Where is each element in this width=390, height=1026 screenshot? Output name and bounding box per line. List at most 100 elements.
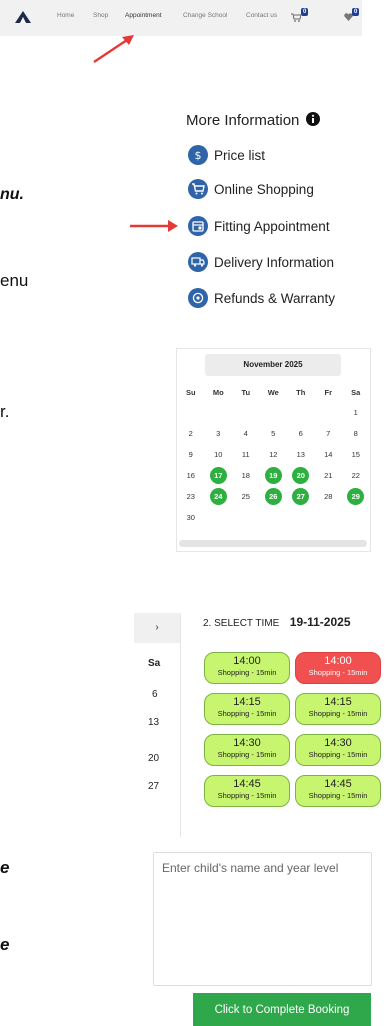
calendar-month-header: November 2025: [205, 354, 341, 376]
calendar-date-label: 19: [264, 467, 282, 484]
time-slot[interactable]: 14:15 Shopping - 15min: [204, 693, 290, 725]
calendar-date-label: 29: [347, 488, 365, 505]
calendar-date[interactable]: 28: [315, 486, 343, 507]
time-slot[interactable]: 14:30 Shopping - 15min: [204, 734, 290, 766]
calendar-empty-cell: [205, 402, 233, 423]
clipped-text-fragment: e: [0, 935, 10, 954]
calendar-date[interactable]: 6: [287, 423, 315, 444]
time-slot-time: 14:45: [233, 778, 261, 790]
info-link-delivery-information[interactable]: Delivery Information: [188, 250, 334, 274]
calendar-date-label: 20: [292, 467, 310, 484]
calendar-date-label: 24: [209, 488, 227, 505]
time-slot-time: 14:45: [324, 778, 352, 790]
nav-appointment[interactable]: Appointment: [125, 12, 162, 19]
calendar-date[interactable]: 4: [232, 423, 260, 444]
cart-icon: [188, 179, 208, 199]
top-navbar: Home Shop Appointment Change School Cont…: [0, 0, 362, 36]
calendar-date[interactable]: 25: [232, 486, 260, 507]
time-slot[interactable]: 14:30 Shopping - 15min: [295, 734, 381, 766]
logo-icon[interactable]: [14, 10, 32, 24]
calendar-date[interactable]: 27: [287, 486, 315, 507]
nav-change-school[interactable]: Change School: [183, 12, 227, 19]
info-link-price-list[interactable]: $ Price list: [188, 143, 265, 167]
calendar-date-label: 26: [264, 488, 282, 505]
calendar-date[interactable]: 7: [315, 423, 343, 444]
calendar-date[interactable]: 13: [287, 444, 315, 465]
calendar-date[interactable]: 9: [177, 444, 205, 465]
cart-icon[interactable]: [291, 13, 301, 22]
calendar-date[interactable]: 6: [152, 689, 158, 700]
time-slot-label: Shopping - 15min: [308, 709, 368, 718]
time-slot-label: Shopping - 15min: [308, 668, 368, 677]
calendar-empty-cell: [260, 402, 288, 423]
info-link-label: Delivery Information: [214, 254, 335, 270]
nav-home[interactable]: Home: [57, 12, 74, 19]
calendar-date[interactable]: 3: [205, 423, 233, 444]
time-slot-label: Shopping - 15min: [217, 668, 277, 677]
time-slot[interactable]: 14:45 Shopping - 15min: [204, 775, 290, 807]
calendar-date[interactable]: 21: [315, 465, 343, 486]
calendar-date-label: 12: [269, 450, 278, 459]
calendar-day-header: Tu: [241, 388, 251, 397]
calendar-date[interactable]: 11: [232, 444, 260, 465]
child-name-input[interactable]: [153, 852, 372, 986]
time-slot[interactable]: 14:45 Shopping - 15min: [295, 775, 381, 807]
red-arrow-icon: [93, 35, 134, 63]
calendar-next-button[interactable]: ›: [134, 613, 180, 643]
calendar-date-label: 8: [353, 429, 358, 438]
calendar-date[interactable]: 10: [205, 444, 233, 465]
time-slot[interactable]: 14:15 Shopping - 15min: [295, 693, 381, 725]
info-link-refunds-warranty[interactable]: Refunds & Warranty: [188, 286, 335, 310]
calendar-date[interactable]: 12: [260, 444, 288, 465]
calendar-date-label: 27: [292, 488, 310, 505]
calendar-date[interactable]: 23: [177, 486, 205, 507]
calendar-date[interactable]: 29: [342, 486, 370, 507]
calendar-date[interactable]: 20: [148, 753, 159, 764]
calendar-date[interactable]: 2: [177, 423, 205, 444]
calendar-date-label: 14: [324, 450, 333, 459]
complete-booking-button[interactable]: Click to Complete Booking: [193, 993, 371, 1026]
calendar-date[interactable]: 17: [205, 465, 233, 486]
time-slot-time: 14:15: [324, 696, 352, 708]
calendar-scrollbar[interactable]: [179, 540, 367, 547]
calendar-date-label: 2: [188, 429, 193, 438]
calendar-date[interactable]: 8: [342, 423, 370, 444]
calendar-date[interactable]: 24: [205, 486, 233, 507]
calendar-date[interactable]: 20: [287, 465, 315, 486]
calendar-date[interactable]: 27: [148, 781, 159, 792]
info-link-online-shopping[interactable]: Online Shopping: [188, 177, 314, 201]
calendar-date[interactable]: 18: [232, 465, 260, 486]
calendar-day-header: Sa: [148, 658, 161, 669]
calendar-date[interactable]: 5: [260, 423, 288, 444]
refund-icon: [188, 288, 208, 308]
time-slot-taken: 14:00 Shopping - 15min: [295, 652, 381, 684]
time-slot-label: Shopping - 15min: [217, 750, 277, 759]
nav-contact-us[interactable]: Contact us: [246, 12, 277, 19]
calendar-date-label: 16: [186, 471, 195, 480]
calendar-day-header: Fr: [324, 388, 333, 397]
select-time-label: 2. SELECT TIME: [203, 618, 280, 629]
svg-text:$: $: [195, 149, 202, 162]
calendar-date[interactable]: 19: [260, 465, 288, 486]
calendar-date[interactable]: 26: [260, 486, 288, 507]
calendar-empty-cell: [287, 402, 315, 423]
cart-count-badge: 0: [301, 8, 309, 16]
calendar-date[interactable]: 22: [342, 465, 370, 486]
calendar-date[interactable]: 14: [315, 444, 343, 465]
calendar-date-label: 18: [241, 471, 250, 480]
calendar-date[interactable]: 30: [177, 507, 205, 528]
calendar-empty-cell: [232, 507, 260, 528]
calendar-date[interactable]: 15: [342, 444, 370, 465]
calendar-date[interactable]: 16: [177, 465, 205, 486]
nav-shop[interactable]: Shop: [93, 12, 108, 19]
calendar-date[interactable]: 13: [148, 717, 159, 728]
clipped-text-fragment: enu: [0, 271, 29, 290]
time-slot[interactable]: 14:00 Shopping - 15min: [204, 652, 290, 684]
calendar-empty-cell: [232, 402, 260, 423]
calendar-date-label: 6: [298, 429, 303, 438]
calendar-empty-cell: [287, 507, 315, 528]
info-link-fitting-appointment[interactable]: Fitting Appointment: [188, 214, 330, 238]
info-link-label: Refunds & Warranty: [214, 290, 336, 306]
time-slot-time: 14:15: [233, 696, 261, 708]
calendar-date[interactable]: 1: [342, 402, 370, 423]
